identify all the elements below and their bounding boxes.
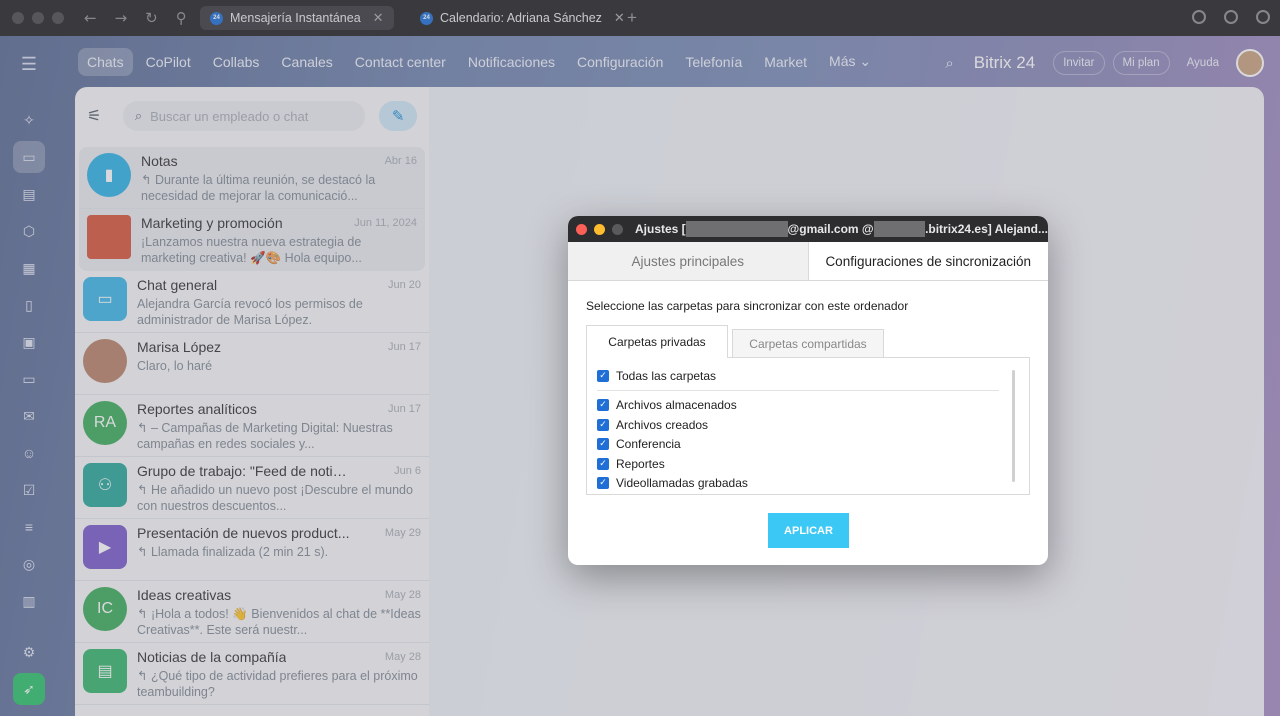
tab-main-settings[interactable]: Ajustes principales [568,242,809,280]
folder-all[interactable]: ✓ Todas las carpetas [597,366,1019,386]
folder-label: Reportes [616,456,665,471]
checkbox-checked-icon[interactable]: ✓ [597,399,609,412]
redacted-email [685,221,788,237]
divider [597,389,999,391]
title-portal-suffix: .bitrix24.es] Alejand... [925,222,1048,236]
dialog-title: Ajustes [ @gmail.com @ .bitrix24.es] Ale… [635,221,1048,237]
dialog-minimize-button[interactable] [594,223,605,235]
checkbox-checked-icon[interactable]: ✓ [597,369,609,382]
folder-item[interactable]: ✓ Archivos almacenados [597,396,1019,416]
settings-dialog: Ajustes [ @gmail.com @ .bitrix24.es] Ale… [568,216,1048,565]
folder-item[interactable]: ✓ Videollamadas grabadas [597,474,1019,494]
folder-item[interactable]: ✓ Archivos creados [597,415,1019,435]
dialog-tabs: Ajustes principales Configuraciones de s… [568,242,1048,281]
folder-label: Videollamadas grabadas [616,476,748,491]
dialog-maximize-button[interactable] [612,223,623,235]
tab-private-folders[interactable]: Carpetas privadas [586,325,728,358]
folder-label: Conferencia [616,437,681,452]
sync-instruction: Seleccione las carpetas para sincronizar… [586,299,909,313]
checkbox-checked-icon[interactable]: ✓ [597,418,609,431]
apply-button[interactable]: APLICAR [768,513,849,548]
tab-shared-folders[interactable]: Carpetas compartidas [732,329,884,357]
title-prefix: Ajustes [ [635,222,686,236]
folder-label: Todas las carpetas [616,368,717,383]
folder-item[interactable]: ✓ Conferencia [597,435,1019,455]
folder-item[interactable]: ✓ Reportes [597,454,1019,474]
dialog-close-button[interactable] [576,223,587,235]
folder-scrollbar[interactable] [1012,370,1015,482]
checkbox-checked-icon[interactable]: ✓ [597,438,609,451]
redacted-portal [873,221,926,237]
folder-tabs: Carpetas privadas Carpetas compartidas [586,325,1048,358]
folder-label: Archivos creados [616,417,709,432]
folder-label: Archivos almacenados [616,398,737,413]
title-email-domain: @gmail.com @ [787,222,874,236]
checkbox-checked-icon[interactable]: ✓ [597,477,609,490]
checkbox-checked-icon[interactable]: ✓ [597,457,609,470]
dialog-titlebar: Ajustes [ @gmail.com @ .bitrix24.es] Ale… [568,216,1048,242]
folder-list: ✓ Todas las carpetas ✓ Archivos almacenado… [586,357,1030,495]
tab-sync-settings[interactable]: Configuraciones de sincronización [808,242,1048,280]
